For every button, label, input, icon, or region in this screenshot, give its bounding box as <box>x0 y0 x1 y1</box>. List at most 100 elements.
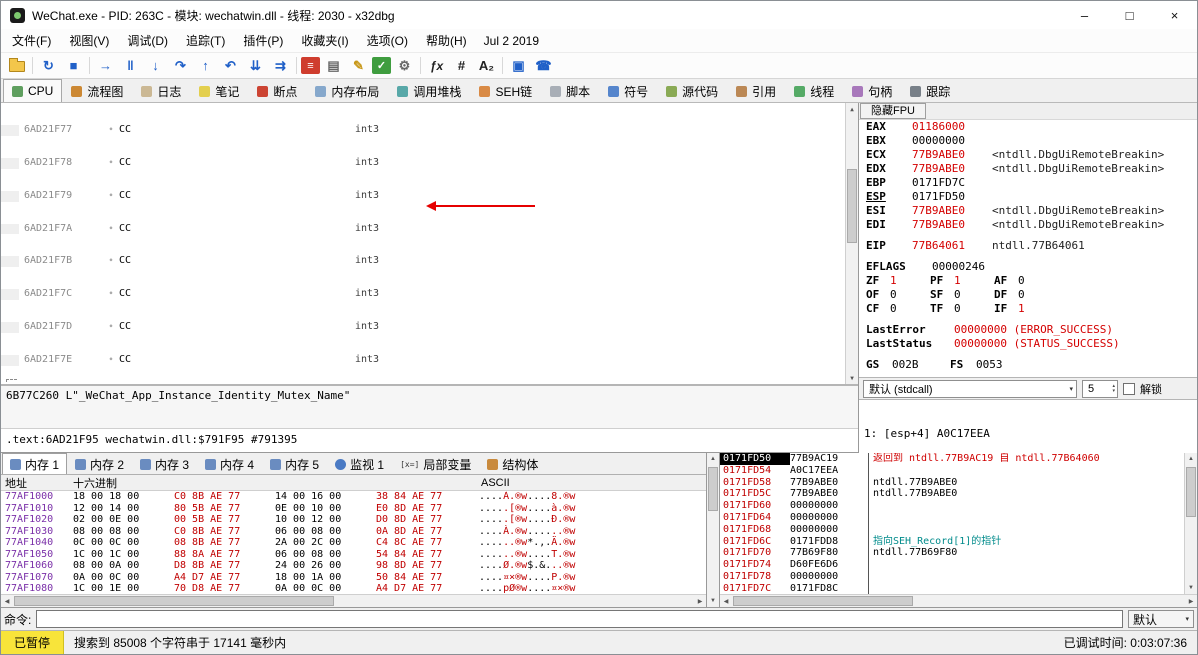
menu-plugins[interactable]: 插件(P) <box>234 28 292 53</box>
font-icon[interactable]: A₂ <box>475 55 498 76</box>
calling-convention-select[interactable]: 默认 (stdcall) ▾ <box>863 379 1077 398</box>
stack-comment[interactable]: 返回到 ntdll.77B9AC19 自 ntdll.77B64060 <box>869 453 1184 465</box>
register-row[interactable]: EBP 0171FD7C <box>859 176 1197 190</box>
flags-row[interactable]: CF 0 TF 0 IF 1 <box>859 302 1197 316</box>
trace-into-icon[interactable]: ⇊ <box>244 55 267 76</box>
breakpoint-gutter[interactable] <box>1 256 19 268</box>
stack-comment[interactable] <box>869 512 1184 524</box>
breakpoint-gutter[interactable] <box>1 322 19 333</box>
stack-row[interactable]: 0171FD74 D60FE6D6 <box>720 559 868 571</box>
memory-row[interactable]: 77AF1060 08 00 0A 00 D8 8B AE 77 24 00 26 0… <box>1 560 706 572</box>
memory-row[interactable]: 77AF1070 0A 00 0C 00 A4 D7 AE 77 18 00 1A 0… <box>1 572 706 584</box>
scroll-down-icon[interactable]: ▼ <box>846 372 858 384</box>
disasm-row[interactable]: 6AD21F79 CC int3 <box>1 190 846 202</box>
scroll-left-icon[interactable]: ◀ <box>720 595 732 607</box>
flags-row[interactable]: OF 0 SF 0 DF 0 <box>859 288 1197 302</box>
command-profile-select[interactable]: 默认 ▾ <box>1128 610 1194 628</box>
maximize-button[interactable]: □ <box>1107 1 1152 29</box>
register-row[interactable]: EDX 77B9ABE0 <ntdll.DbgUiRemoteBreakin> <box>859 162 1197 176</box>
unlock-checkbox[interactable] <box>1123 382 1135 395</box>
scroll-up-icon[interactable]: ▲ <box>1185 453 1197 465</box>
stack-vertical-scrollbar[interactable]: ▲ ▼ <box>1184 453 1197 594</box>
stack-row[interactable]: 0171FD68 00000000 <box>720 524 868 536</box>
scrollbar-thumb[interactable] <box>14 596 334 606</box>
memory-row[interactable]: 77AF1020 02 00 0E 00 00 5B AE 77 10 00 12 0… <box>1 514 706 526</box>
memory-row[interactable]: 77AF1050 1C 00 1C 00 88 8A AE 77 06 00 08 0… <box>1 549 706 561</box>
stack-comment[interactable]: 指向SEH_Record[1]的指针 <box>869 536 1184 548</box>
register-row[interactable]: ESP 0171FD50 <box>859 190 1197 204</box>
handles-icon[interactable]: ☎ <box>532 55 555 76</box>
stack-row[interactable]: 0171FD78 00000000 <box>720 571 868 583</box>
calculator-icon[interactable]: ƒx <box>425 55 448 76</box>
stack-comment[interactable] <box>869 524 1184 536</box>
breakpoint-gutter[interactable] <box>1 289 19 301</box>
tab-dump-1[interactable]: 内存 1 <box>2 453 68 474</box>
disassembly-view[interactable]: 6AD21F77 CC int3 6AD21F78 CC int3 6AD21F79 CC… <box>1 103 858 386</box>
register-row[interactable]: EBX 00000000 <box>859 134 1197 148</box>
close-button[interactable]: × <box>1152 1 1197 29</box>
memory-row[interactable]: 77AF1040 0C 00 0C 00 08 8B AE 77 2A 00 2C 0… <box>1 537 706 549</box>
pause-icon[interactable]: ‖ <box>119 55 142 76</box>
spinner-arrows-icon[interactable]: ▴ ▾ <box>1112 383 1115 394</box>
tab-locals[interactable]: [x=] 局部变量 <box>392 453 479 474</box>
tab-notes[interactable]: 笔记 <box>190 79 248 102</box>
stack-row[interactable]: 0171FD7C 0171FD8C <box>720 583 868 594</box>
stack-comment[interactable] <box>869 465 1184 477</box>
memory-map-icon[interactable]: ▤ <box>322 55 345 76</box>
memory-horizontal-scrollbar[interactable]: ◀ ▶ <box>1 594 706 607</box>
register-row[interactable]: EAX 01186000 <box>859 120 1197 134</box>
tab-trace[interactable]: 跟踪 <box>901 79 959 102</box>
run-icon[interactable]: → <box>94 55 117 76</box>
tab-dump-2[interactable]: 内存 2 <box>67 453 132 474</box>
tab-breakpoints[interactable]: 断点 <box>248 79 306 102</box>
tab-cpu[interactable]: CPU <box>3 79 63 102</box>
memory-row[interactable]: 77AF1080 1C 00 1E 00 70 D8 AE 77 0A 00 0C 0… <box>1 583 706 594</box>
disasm-row[interactable]: 6AD21F7E CC int3 <box>1 354 846 366</box>
disasm-vertical-scrollbar[interactable]: ▲ ▼ <box>845 103 858 384</box>
open-file-icon[interactable] <box>5 55 28 76</box>
eflags-row[interactable]: EFLAGS 00000246 <box>859 260 1197 274</box>
scroll-right-icon[interactable]: ▶ <box>694 595 706 607</box>
argument-count-spinner[interactable]: 5 ▴ ▾ <box>1082 379 1118 398</box>
execute-till-return-icon[interactable]: ↑ <box>194 55 217 76</box>
tab-references[interactable]: 引用 <box>727 79 785 102</box>
disasm-row[interactable]: 6AD21F7A CC int3 <box>1 223 846 235</box>
register-row-eip[interactable]: EIP 77B64061 ntdll.77B64061 <box>859 239 1197 253</box>
stack-comment[interactable] <box>869 571 1184 583</box>
breakpoints-icon[interactable]: # <box>450 55 473 76</box>
memory-row[interactable]: 77AF1000 18 00 18 00 C0 8B AE 77 14 00 16 0… <box>1 491 706 503</box>
tab-script[interactable]: 脚本 <box>541 79 599 102</box>
settings-gear-icon[interactable]: ⚙ <box>393 55 416 76</box>
menu-view[interactable]: 视图(V) <box>60 28 118 53</box>
memory-row[interactable]: 77AF1010 12 00 14 00 80 5B AE 77 0E 00 10 0… <box>1 503 706 515</box>
hide-fpu-button[interactable]: 隐藏FPU <box>860 103 926 119</box>
segment-row[interactable]: GS 002B FS 0053 <box>859 358 1197 372</box>
register-row[interactable]: ECX 77B9ABE0 <ntdll.DbgUiRemoteBreakin> <box>859 148 1197 162</box>
disasm-row[interactable]: 6AD21F7B CC int3 <box>1 255 846 268</box>
stack-row[interactable]: 0171FD70 77B69F80 <box>720 547 868 559</box>
stack-row[interactable]: 0171FD64 00000000 <box>720 512 868 524</box>
step-over-icon[interactable]: ↷ <box>169 55 192 76</box>
scrollbar-thumb[interactable] <box>708 467 718 511</box>
tab-watch-1[interactable]: 监视 1 <box>327 453 392 474</box>
breakpoint-gutter[interactable] <box>1 190 19 202</box>
disasm-row[interactable]: 6AD21F7C CC int3 <box>1 288 846 301</box>
tab-symbols[interactable]: 符号 <box>599 79 657 102</box>
stop-icon[interactable]: ■ <box>62 55 85 76</box>
last-error-row[interactable]: LastError 00000000 (ERROR_SUCCESS) <box>859 323 1197 337</box>
breakpoint-gutter[interactable] <box>1 223 19 235</box>
disasm-row[interactable]: 6AD21F78 CC int3 <box>1 157 846 169</box>
menu-help[interactable]: 帮助(H) <box>417 28 476 53</box>
register-row[interactable]: ESI 77B9ABE0 <ntdll.DbgUiRemoteBreakin> <box>859 204 1197 218</box>
tab-handles[interactable]: 句柄 <box>843 79 901 102</box>
tab-call-stack[interactable]: 调用堆栈 <box>388 79 470 102</box>
menu-options[interactable]: 选项(O) <box>358 28 417 53</box>
trace-over-icon[interactable]: ⇉ <box>269 55 292 76</box>
menu-debug[interactable]: 调试(D) <box>118 28 177 53</box>
disasm-row[interactable]: 6AD21F7D CC int3 <box>1 321 846 333</box>
menu-file[interactable]: 文件(F) <box>3 28 60 53</box>
tab-seh[interactable]: SEH链 <box>470 79 541 102</box>
scrollbar-thumb[interactable] <box>1186 467 1196 517</box>
last-status-row[interactable]: LastStatus 00000000 (STATUS_SUCCESS) <box>859 337 1197 351</box>
restart-icon[interactable]: ↻ <box>37 55 60 76</box>
